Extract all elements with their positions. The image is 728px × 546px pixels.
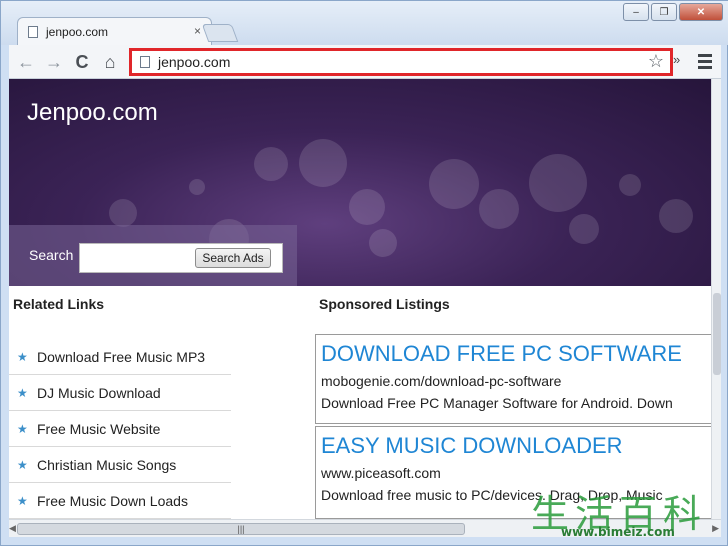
related-links-heading: Related Links <box>13 296 105 312</box>
page-icon <box>140 56 150 68</box>
sponsored-listing[interactable]: DOWNLOAD FREE PC SOFTWARE mobogenie.com/… <box>315 334 711 424</box>
search-ads-button[interactable]: Search Ads <box>195 248 271 268</box>
related-link-label[interactable]: Download Free Music MP3 <box>37 349 205 365</box>
maximize-button[interactable]: ❐ <box>651 3 677 21</box>
horizontal-scroll-thumb[interactable]: ||| <box>17 523 465 535</box>
page-viewport: Jenpoo.com Search Search Ads Related Lin… <box>9 79 711 519</box>
reload-icon[interactable]: C <box>71 51 93 73</box>
star-icon: ★ <box>17 349 28 364</box>
bookmark-star-icon[interactable]: ☆ <box>648 51 664 72</box>
browser-toolbar: ← → C ⌂ jenpoo.com ☆ » <box>9 45 721 79</box>
home-icon[interactable]: ⌂ <box>99 51 121 73</box>
list-item[interactable]: ★ Free Music Website <box>9 411 231 447</box>
browser-window: jenpoo.com × – ❐ ✕ ← → C ⌂ jenpoo.com ☆ … <box>0 0 728 546</box>
related-links-list: ★ Download Free Music MP3 ★ DJ Music Dow… <box>9 339 231 519</box>
listing-title-link[interactable]: EASY MUSIC DOWNLOADER <box>321 433 711 459</box>
list-item[interactable]: ★ DJ Music Download <box>9 375 231 411</box>
search-label: Search <box>29 247 74 263</box>
listing-title-link[interactable]: DOWNLOAD FREE PC SOFTWARE <box>321 341 711 367</box>
listing-url[interactable]: mobogenie.com/download-pc-software <box>321 373 711 389</box>
site-title[interactable]: Jenpoo.com <box>27 99 158 127</box>
browser-tab[interactable]: jenpoo.com × <box>17 17 212 45</box>
star-icon: ★ <box>17 457 28 472</box>
star-icon: ★ <box>17 421 28 436</box>
close-window-button[interactable]: ✕ <box>679 3 723 21</box>
list-item[interactable]: ★ Free Music Down Loads <box>9 483 231 519</box>
hero-banner: Jenpoo.com Search Search Ads <box>9 79 711 286</box>
search-panel: Search Search Ads <box>9 225 297 286</box>
minimize-button[interactable]: – <box>623 3 649 21</box>
address-url[interactable]: jenpoo.com <box>158 54 230 70</box>
tab-title: jenpoo.com <box>46 25 109 39</box>
related-link-label[interactable]: DJ Music Download <box>37 385 161 401</box>
extensions-chevron-icon[interactable]: » <box>673 52 680 67</box>
scroll-right-arrow-icon[interactable]: ▶ <box>712 523 719 534</box>
vertical-scrollbar[interactable] <box>711 79 721 519</box>
back-arrow-icon[interactable]: ← <box>15 51 37 73</box>
listing-url[interactable]: www.piceasoft.com <box>321 465 711 481</box>
window-controls: – ❐ ✕ <box>623 3 723 21</box>
address-bar[interactable]: jenpoo.com ☆ <box>129 48 673 76</box>
sponsored-listings-heading: Sponsored Listings <box>319 296 450 312</box>
tab-close-icon[interactable]: × <box>194 24 201 38</box>
listing-description: Download Free PC Manager Software for An… <box>321 395 673 411</box>
related-link-label[interactable]: Free Music Website <box>37 421 160 437</box>
related-link-label[interactable]: Christian Music Songs <box>37 457 176 473</box>
related-link-label[interactable]: Free Music Down Loads <box>37 493 188 509</box>
related-links-column: Related Links ★ Download Free Music MP3 … <box>9 286 239 519</box>
scroll-left-arrow-icon[interactable]: ◀ <box>9 523 16 534</box>
list-item[interactable]: ★ Download Free Music MP3 <box>9 339 231 375</box>
menu-icon[interactable] <box>695 51 715 71</box>
page-icon <box>28 26 38 38</box>
watermark-url: www.bimeiz.com <box>561 525 675 539</box>
list-item[interactable]: ★ Christian Music Songs <box>9 447 231 483</box>
star-icon: ★ <box>17 385 28 400</box>
title-bar: jenpoo.com × – ❐ ✕ <box>1 1 728 45</box>
new-tab-button[interactable] <box>201 24 239 42</box>
forward-arrow-icon[interactable]: → <box>43 51 65 73</box>
star-icon: ★ <box>17 493 28 508</box>
vertical-scroll-thumb[interactable] <box>713 293 721 375</box>
